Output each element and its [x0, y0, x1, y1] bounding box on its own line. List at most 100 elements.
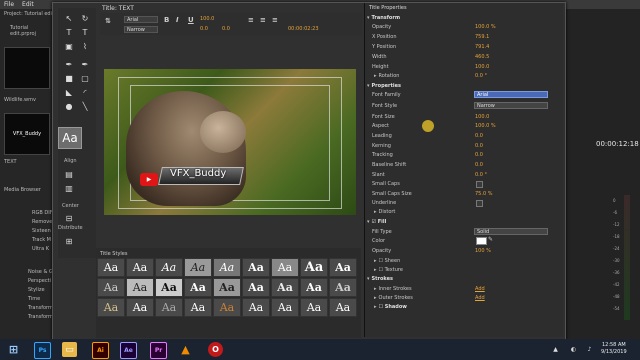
title-canvas[interactable]: ▶ VFX_Buddy	[104, 69, 356, 215]
folder-item[interactable]: RGB DIF	[32, 210, 53, 216]
rectangle-tool-icon[interactable]: ■	[62, 72, 76, 84]
font-style-select[interactable]: Narrow	[124, 26, 158, 33]
title-properties-tab[interactable]: Title Properties	[369, 5, 407, 11]
style-swatch[interactable]: Aa	[97, 258, 125, 277]
vlc-icon[interactable]: ▲	[178, 342, 193, 357]
align-right-text-icon[interactable]: ≡	[272, 16, 278, 24]
clip-thumb-wildlife[interactable]	[4, 47, 50, 89]
clip-thumb-vfxbuddy[interactable]: VFX_Buddy	[4, 113, 50, 155]
roll-crawl-icon[interactable]: ⇅	[105, 17, 111, 25]
windows-start-icon[interactable]: ⊞	[6, 342, 21, 357]
style-swatch[interactable]: Aa	[329, 258, 357, 277]
underline-button[interactable]: U	[188, 16, 194, 24]
add-anchor-tool-icon[interactable]: ✒	[78, 58, 92, 70]
font-size-field[interactable]: 100.0	[198, 16, 216, 23]
pen-tool-icon[interactable]: ✒	[62, 58, 76, 70]
style-swatch[interactable]: Aa	[184, 298, 212, 317]
style-swatch[interactable]: Aa	[213, 258, 241, 277]
menu-edit[interactable]: Edit	[22, 1, 34, 8]
rounded-rect-tool-icon[interactable]: ▢	[78, 72, 92, 84]
font-family-select[interactable]: Arial	[124, 16, 158, 23]
media-browser-tab[interactable]: Media Browser	[4, 187, 41, 193]
distort-row[interactable]: ▸ Distort	[374, 209, 395, 215]
opacity-value[interactable]: 100.0 %	[475, 24, 496, 30]
rotation-tool-icon[interactable]: ↻	[78, 12, 92, 24]
area-type-tool-icon[interactable]: ▣	[62, 40, 76, 52]
wedge-tool-icon[interactable]: ◣	[62, 86, 76, 98]
style-swatch[interactable]: Aa	[155, 258, 183, 277]
project-file[interactable]: Tutorial edit.prproj	[10, 25, 54, 37]
y-position-value[interactable]: 791.4	[475, 44, 489, 50]
style-swatch[interactable]: Aa	[155, 278, 183, 297]
inner-strokes-row[interactable]: ▸ Inner Strokes	[374, 286, 412, 292]
leading-field[interactable]: 0.0	[220, 26, 238, 33]
inner-strokes-add-link[interactable]: Add	[475, 286, 485, 292]
style-swatch[interactable]: Aa	[155, 298, 183, 317]
title-timecode[interactable]: 00:00:02:23	[286, 26, 319, 33]
leading-value[interactable]: 0.0	[475, 133, 483, 139]
folder-item[interactable]: Sixteen	[32, 228, 51, 234]
folder-item[interactable]: Time	[28, 296, 40, 302]
tray-speaker-icon[interactable]: ♪	[582, 342, 597, 357]
outer-strokes-row[interactable]: ▸ Outer Strokes	[374, 295, 413, 301]
strokes-section[interactable]: ▾ Strokes	[367, 276, 393, 282]
line-tool-icon[interactable]: ╲	[78, 100, 92, 112]
style-swatch[interactable]: Aa	[97, 278, 125, 297]
style-swatch[interactable]: Aa	[271, 278, 299, 297]
folder-item[interactable]: Transform	[28, 305, 53, 311]
title-styles-tab[interactable]: Title Styles	[100, 251, 127, 257]
rotation-value[interactable]: 0.0 °	[475, 73, 487, 79]
kerning-field[interactable]: 0.0	[198, 26, 216, 33]
italic-button[interactable]: I	[176, 16, 179, 24]
style-swatch[interactable]: Aa	[213, 278, 241, 297]
title-tab[interactable]: Title: TEXT	[102, 5, 134, 12]
rotation-row[interactable]: ▸ Rotation	[374, 73, 399, 79]
style-swatch[interactable]: Aa	[329, 298, 357, 317]
font-size-value[interactable]: 100.0	[475, 114, 489, 120]
selection-tool-icon[interactable]: ↖	[62, 12, 76, 24]
properties-section[interactable]: ▾ Properties	[367, 83, 401, 89]
align-left-icon[interactable]: ▤	[62, 168, 76, 180]
ellipse-tool-icon[interactable]: ●	[62, 100, 76, 112]
baseline-shift-value[interactable]: 0.0	[475, 162, 483, 168]
align-center-icon[interactable]: ▥	[62, 182, 76, 194]
after-effects-icon[interactable]: Ae	[120, 342, 137, 359]
outer-strokes-add-link[interactable]: Add	[475, 295, 485, 301]
style-swatch[interactable]: Aa	[242, 278, 270, 297]
sheen-row[interactable]: ▸ ☐ Sheen	[374, 258, 400, 264]
style-swatch[interactable]: Aa	[300, 258, 328, 277]
folder-item[interactable]: Transform	[28, 314, 53, 320]
style-swatch[interactable]: Aa	[329, 278, 357, 297]
center-horizontal-icon[interactable]: ⊟	[62, 212, 76, 224]
underline-checkbox[interactable]	[476, 200, 483, 207]
style-swatch[interactable]: Aa	[126, 258, 154, 277]
small-caps-checkbox[interactable]	[476, 181, 483, 188]
small-caps-size-value[interactable]: 75.0 %	[475, 191, 492, 197]
slant-value[interactable]: 0.0 °	[475, 172, 487, 178]
texture-row[interactable]: ▸ ☐ Texture	[374, 267, 403, 273]
width-value[interactable]: 460.5	[475, 54, 489, 60]
menu-file[interactable]: File	[4, 1, 14, 8]
illustrator-icon[interactable]: Ai	[92, 342, 109, 359]
eyedropper-icon[interactable]: ✎	[488, 236, 493, 243]
style-swatch[interactable]: Aa	[184, 278, 212, 297]
font-style-dropdown[interactable]: Narrow	[474, 102, 548, 109]
style-swatch[interactable]: Aa	[242, 298, 270, 317]
photoshop-icon[interactable]: Ps	[34, 342, 51, 359]
taskbar-clock[interactable]: 12:58 AM 9/13/2019	[601, 342, 627, 356]
type-tool-icon[interactable]: T	[62, 26, 76, 38]
folder-item[interactable]: Ultra K	[32, 246, 49, 252]
folder-item[interactable]: Perspecti	[28, 278, 51, 284]
aspect-value[interactable]: 100.0 %	[475, 123, 496, 129]
fill-section[interactable]: ▾ ☑ Fill	[367, 219, 386, 225]
lower-third-text[interactable]: VFX_Buddy	[170, 168, 226, 179]
style-swatch[interactable]: Aa	[242, 258, 270, 277]
x-position-value[interactable]: 759.1	[475, 34, 489, 40]
arc-tool-icon[interactable]: ◜	[78, 86, 92, 98]
distribute-icon[interactable]: ⊞	[62, 235, 76, 247]
path-type-tool-icon[interactable]: ⌇	[78, 40, 92, 52]
style-swatch[interactable]: Aa	[184, 258, 212, 277]
color-swatch[interactable]	[476, 237, 487, 245]
transform-section[interactable]: ▾ Transform	[367, 15, 400, 21]
folder-item[interactable]: Stylize	[28, 287, 45, 293]
